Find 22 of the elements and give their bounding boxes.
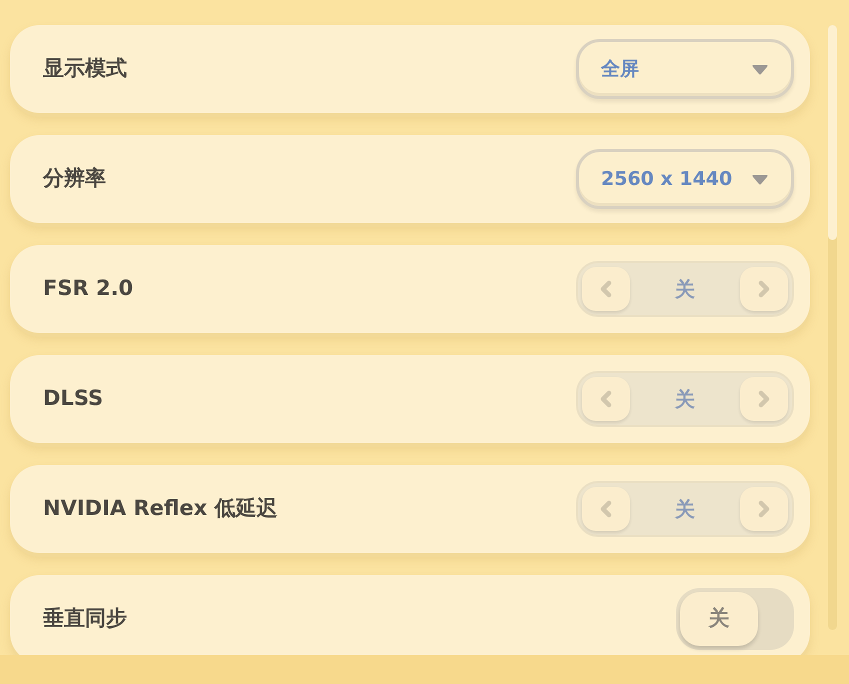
dropdown[interactable]: 全屏 — [576, 39, 794, 99]
toggle-switch[interactable]: 关 — [676, 588, 794, 650]
setting-label: FSR 2.0 — [43, 275, 134, 302]
scrollbar-thumb[interactable] — [828, 25, 837, 240]
setting-label: NVIDIA Reflex 低延迟 — [43, 495, 278, 522]
scrollbar[interactable] — [828, 25, 837, 630]
chevron-left-icon — [599, 500, 613, 518]
caret-icon — [751, 174, 769, 184]
stepper-value: 关 — [675, 276, 695, 303]
chevron-left-icon — [599, 390, 613, 408]
setting-label: 分辨率 — [43, 165, 106, 192]
setting-label: 显示模式 — [43, 55, 127, 82]
chevron-right-icon — [757, 280, 771, 298]
stepper-value: 关 — [675, 386, 695, 413]
chevron-right-icon — [757, 500, 771, 518]
chevron-left-icon — [599, 280, 613, 298]
stepper-value: 关 — [675, 496, 695, 523]
setting-label: DLSS — [43, 385, 104, 412]
chevron-right-icon — [757, 390, 771, 408]
dropdown[interactable]: 2560 x 1440 — [576, 149, 794, 209]
setting-label: 垂直同步 — [43, 605, 127, 632]
caret-icon — [751, 64, 769, 74]
